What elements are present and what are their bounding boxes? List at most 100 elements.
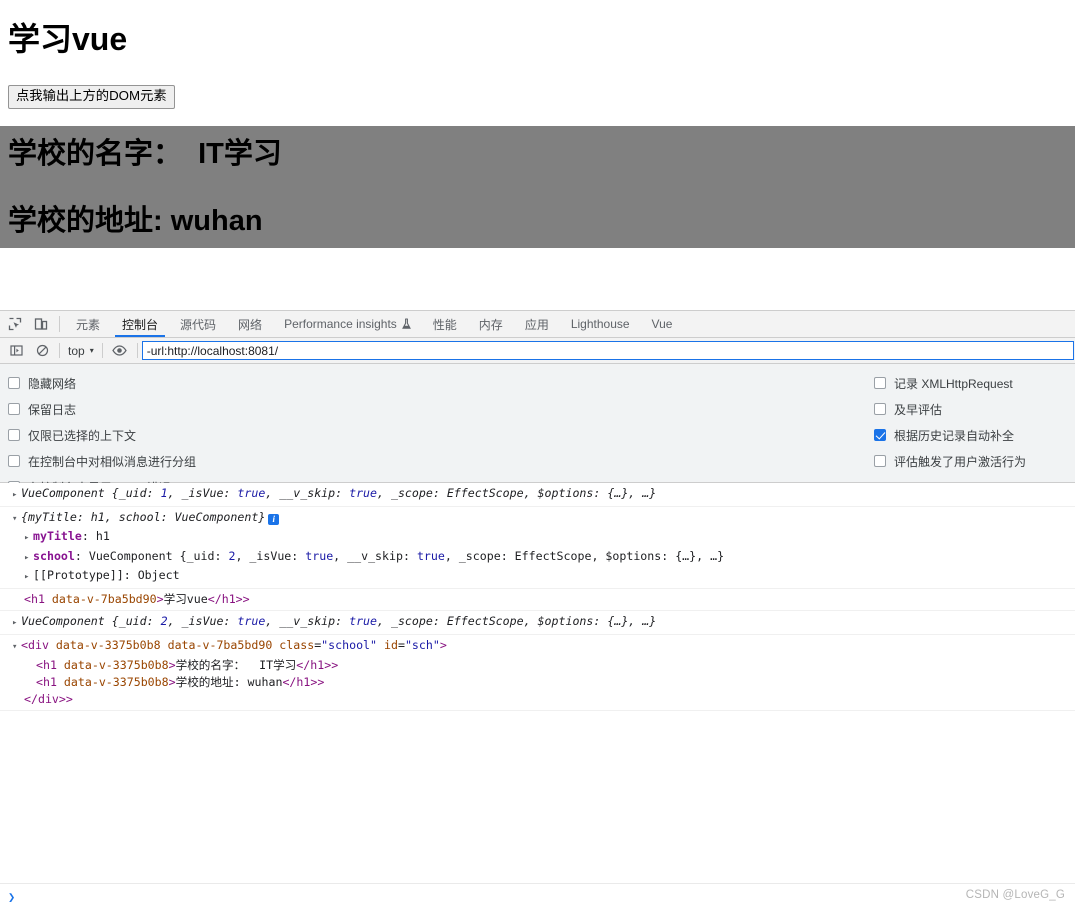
checkbox[interactable]	[874, 429, 886, 441]
chevron-down-icon: ▾	[89, 346, 94, 355]
tab-label: 元素	[76, 317, 101, 332]
object-preview: , __v_skip:	[265, 486, 350, 500]
execution-context-select[interactable]: top ▾	[64, 344, 98, 358]
info-icon[interactable]: i	[268, 514, 280, 526]
setting-selected-context-only[interactable]: 仅限已选择的上下文	[8, 422, 196, 448]
tab-vue[interactable]: Vue	[641, 311, 684, 337]
console-line[interactable]: <h1 data-v-3375b0b8>学校的地址: wuhan</h1>>	[0, 674, 1075, 691]
setting-eager-evaluation[interactable]: 及早评估	[874, 396, 1026, 422]
tab-label: 控制台	[122, 317, 159, 332]
setting-hide-network[interactable]: 隐藏网络	[8, 370, 196, 396]
expand-arrow-icon[interactable]: ▸	[24, 530, 33, 547]
console-message[interactable]: ▸ VueComponent {_uid: 1, _isVue: true, __…	[0, 483, 1075, 508]
setting-preserve-log[interactable]: 保留日志	[8, 396, 196, 422]
dom-tag: </h1>	[207, 592, 243, 607]
tab-memory[interactable]: 内存	[468, 311, 514, 337]
context-label: top	[68, 343, 85, 358]
checkbox[interactable]	[8, 455, 20, 467]
uid-value: 1	[160, 486, 168, 500]
tab-network[interactable]: 网络	[227, 311, 273, 337]
console-line[interactable]: ▸ VueComponent {_uid: 2, _isVue: true, __…	[0, 613, 1075, 632]
dom-tag: <h1	[36, 674, 64, 689]
object-preview: , _scope: EffectScope, $options: {…}, …}	[377, 486, 657, 500]
setting-evaluate-user-activation[interactable]: 评估触发了用户激活行为	[874, 448, 1026, 474]
setting-group-similar[interactable]: 在控制台中对相似消息进行分组	[8, 448, 196, 474]
expand-arrow-icon[interactable]: ▸	[24, 550, 33, 567]
dom-tag: </div>	[24, 692, 66, 707]
toolbar-divider	[136, 343, 138, 358]
dom-tag: >	[242, 592, 250, 607]
console-filter-toolbar: top ▾	[0, 338, 1075, 364]
tab-performance[interactable]: 性能	[422, 311, 468, 337]
property-value: : VueComponent {_uid:	[74, 548, 229, 563]
collapse-arrow-icon[interactable]: ▾	[12, 511, 21, 528]
console-message[interactable]: ▾ <div data-v-3375b0b8 data-v-7ba5bd90 cl…	[0, 635, 1075, 712]
tab-application[interactable]: 应用	[514, 311, 560, 337]
tab-lighthouse[interactable]: Lighthouse	[560, 311, 641, 337]
expand-arrow-icon[interactable]: ▸	[12, 615, 21, 632]
tab-performance-insights[interactable]: Performance insights	[273, 311, 422, 337]
console-line[interactable]: ▸ VueComponent {_uid: 1, _isVue: true, __…	[0, 485, 1075, 504]
console-prompt[interactable]: ❯ CSDN @LoveG_G	[0, 883, 1075, 909]
setting-label: 记录 XMLHttpRequest	[894, 376, 1013, 391]
checkbox[interactable]	[874, 377, 886, 389]
property-value: : h1	[81, 529, 110, 544]
object-preview: , _isVue:	[167, 486, 238, 500]
settings-column-left: 隐藏网络 保留日志 仅限已选择的上下文 在控制台中对相似消息进行分组 在控制台中…	[8, 370, 196, 500]
dom-attribute: id	[384, 638, 398, 653]
dom-attribute: data-v-3375b0b8	[63, 657, 169, 672]
console-settings-panel: 隐藏网络 保留日志 仅限已选择的上下文 在控制台中对相似消息进行分组 在控制台中…	[0, 364, 1075, 495]
console-message[interactable]: <h1 data-v-7ba5bd90>学习vue</h1>>	[0, 589, 1075, 612]
clear-console-icon[interactable]	[29, 339, 55, 363]
setting-label: 仅限已选择的上下文	[28, 428, 137, 443]
tab-label: Lighthouse	[570, 317, 630, 331]
dom-tag: <div	[21, 638, 56, 653]
object-preview: , _isVue:	[167, 614, 238, 629]
tab-console[interactable]: 控制台	[111, 311, 169, 337]
tab-sources[interactable]: 源代码	[169, 311, 227, 337]
console-line[interactable]: ▾ <div data-v-3375b0b8 data-v-7ba5bd90 cl…	[0, 637, 1075, 656]
checkbox[interactable]	[8, 429, 20, 441]
dom-text: 学校的名字： IT学习	[175, 657, 297, 672]
collapse-arrow-icon[interactable]: ▾	[12, 639, 21, 656]
checkbox[interactable]	[8, 403, 20, 415]
console-line[interactable]: <h1 data-v-7ba5bd90>学习vue</h1>>	[0, 591, 1075, 608]
console-line[interactable]: ▾ {myTitle: h1, school: VueComponent} i	[0, 509, 1075, 528]
tab-elements[interactable]: 元素	[65, 311, 111, 337]
equals: =	[397, 638, 405, 653]
tab-label: 源代码	[180, 317, 217, 332]
output-dom-button[interactable]: 点我输出上方的DOM元素	[8, 85, 175, 109]
console-line[interactable]: <h1 data-v-3375b0b8>学校的名字： IT学习</h1>>	[0, 657, 1075, 674]
experiment-flask-icon	[401, 318, 411, 330]
console-line[interactable]: ▸ school: VueComponent {_uid: 2, _isVue: …	[0, 548, 1075, 567]
checkbox[interactable]	[874, 455, 886, 467]
console-output[interactable]: ▸ VueComponent {_uid: 1, _isVue: true, __…	[0, 483, 1075, 909]
toolbar-divider	[59, 316, 60, 332]
toolbar-divider	[101, 343, 103, 358]
setting-label: 评估触发了用户激活行为	[894, 454, 1027, 469]
bool-value: true	[237, 614, 266, 629]
prompt-caret-icon: ❯	[8, 889, 16, 904]
console-filter-input[interactable]	[141, 341, 1074, 360]
console-sidebar-icon[interactable]	[3, 339, 29, 363]
console-message[interactable]: ▾ {myTitle: h1, school: VueComponent} i ▸ m…	[0, 507, 1075, 590]
object-preview: {_uid:	[104, 486, 161, 500]
setting-autocomplete-from-history[interactable]: 根据历史记录自动补全	[874, 422, 1026, 448]
device-toolbar-icon[interactable]	[28, 311, 54, 337]
live-expression-eye-icon[interactable]	[107, 339, 133, 363]
expand-arrow-icon[interactable]: ▸	[12, 487, 21, 504]
console-message[interactable]: ▸ VueComponent {_uid: 2, _isVue: true, __…	[0, 611, 1075, 636]
object-name: VueComponent	[21, 614, 105, 629]
inspect-element-icon[interactable]	[2, 311, 28, 337]
expand-arrow-icon[interactable]: ▸	[24, 569, 33, 586]
page-title: 学习vue	[8, 21, 128, 57]
console-line[interactable]: </div>>	[0, 691, 1075, 708]
school-section: 学校的名字： IT学习 学校的地址: wuhan	[0, 126, 1075, 248]
tab-label: Vue	[651, 317, 673, 331]
console-line[interactable]: ▸ [[Prototype]]: Object	[0, 567, 1075, 586]
console-line[interactable]: ▸ myTitle: h1	[0, 528, 1075, 547]
checkbox[interactable]	[8, 377, 20, 389]
setting-log-xmlhttprequest[interactable]: 记录 XMLHttpRequest	[874, 370, 1026, 396]
checkbox[interactable]	[874, 403, 886, 415]
object-preview: {myTitle: h1, school: VueComponent}	[21, 510, 266, 525]
